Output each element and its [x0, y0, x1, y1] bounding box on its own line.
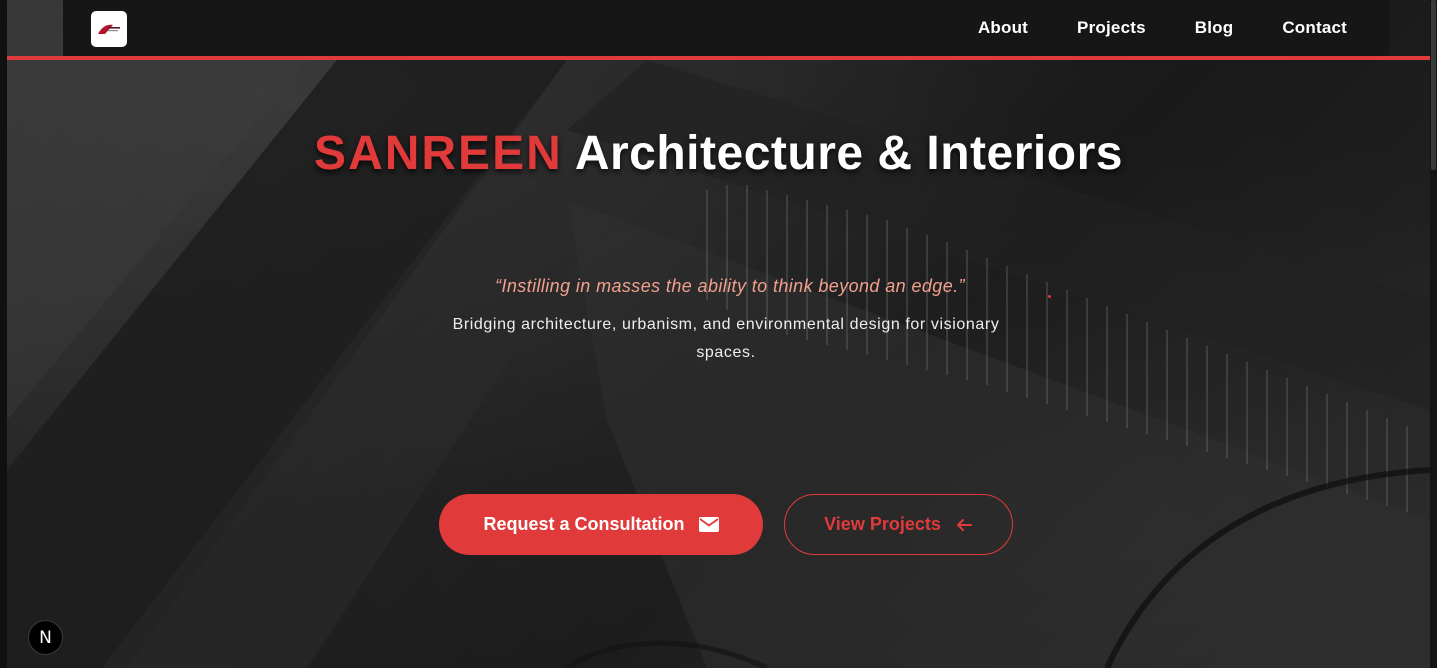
nav-projects-link[interactable]: Projects: [1077, 18, 1146, 38]
request-consultation-button[interactable]: Request a Consultation: [439, 494, 763, 555]
hero-description: Bridging architecture, urbanism, and env…: [452, 316, 1000, 361]
main-nav: About Projects Blog Contact: [972, 0, 1389, 56]
nextjs-badge-label: N: [39, 627, 52, 648]
hero-brand: SANREEN: [314, 127, 563, 180]
page: About Projects Blog Contact SANREEN Arch…: [0, 0, 1437, 668]
decorative-dot: [1048, 295, 1051, 298]
hero-title-rest: Architecture & Interiors: [574, 127, 1123, 180]
left-edge: [0, 0, 7, 668]
hero-title: SANREEN Architecture & Interiors: [0, 126, 1437, 181]
nav-contact-link[interactable]: Contact: [1282, 18, 1347, 38]
logo-mark: [98, 24, 120, 34]
mail-icon: [698, 517, 719, 532]
sanreen-logo-icon[interactable]: [91, 11, 127, 47]
nav-blog-link[interactable]: Blog: [1195, 18, 1234, 38]
view-projects-label: View Projects: [824, 514, 941, 534]
arrow-left-icon: [955, 518, 973, 532]
nav-about-link[interactable]: About: [978, 18, 1028, 38]
nextjs-icon[interactable]: N: [28, 620, 63, 655]
request-consultation-label: Request a Consultation: [483, 514, 685, 534]
header-accent-line: [7, 56, 1430, 60]
view-projects-button[interactable]: View Projects: [784, 494, 1013, 555]
site-header: About Projects Blog Contact: [63, 0, 1389, 56]
hero-quote: “Instilling in masses the ability to thi…: [495, 276, 965, 296]
scrollbar-track[interactable]: [1430, 0, 1437, 668]
